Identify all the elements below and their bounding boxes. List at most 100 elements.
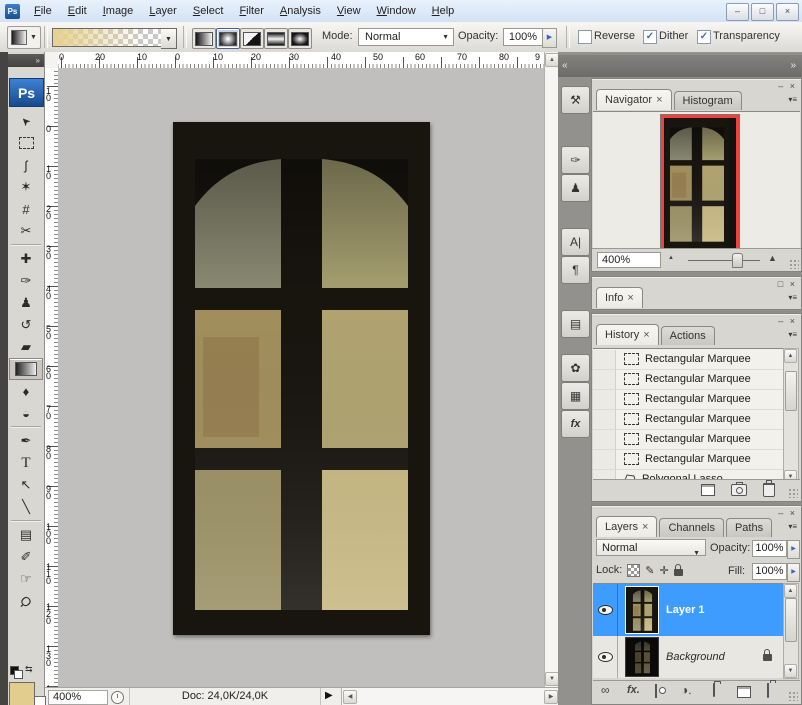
tab-close-icon[interactable]: ×: [643, 329, 649, 341]
navigator-proxy-view[interactable]: [661, 115, 739, 257]
tab-info[interactable]: Info×: [596, 287, 643, 308]
menu-select[interactable]: Select: [185, 2, 232, 20]
history-state[interactable]: Rectangular Marquee: [593, 369, 786, 390]
brushes-panel-button[interactable]: ✑: [561, 146, 590, 174]
panel-menu-icon[interactable]: ▾≡: [788, 95, 797, 104]
panel-window-buttons[interactable]: – ×: [778, 81, 797, 91]
history-state[interactable]: Rectangular Marquee: [593, 389, 786, 410]
lasso-tool[interactable]: ʃ: [9, 154, 43, 176]
scroll-left-icon[interactable]: ◀: [343, 690, 357, 704]
gradient-tool-selected[interactable]: [9, 358, 43, 380]
foreground-color-swatch[interactable]: [9, 682, 35, 705]
status-menu-arrow[interactable]: ▶: [325, 690, 333, 701]
visibility-cell[interactable]: [593, 636, 618, 678]
brush-tool[interactable]: ✑: [9, 270, 43, 292]
minimize-icon[interactable]: –: [778, 316, 785, 326]
close-button[interactable]: ×: [776, 3, 799, 21]
layer-row-layer1[interactable]: Layer 1: [593, 584, 786, 637]
new-layer-icon[interactable]: [737, 686, 751, 698]
scrollbar-thumb[interactable]: [785, 598, 797, 642]
app-icon[interactable]: Ps: [5, 4, 20, 19]
panel-window-buttons[interactable]: – ×: [778, 316, 797, 326]
lock-transparency-icon[interactable]: [627, 564, 640, 577]
menu-help[interactable]: Help: [424, 2, 463, 20]
minimize-button[interactable]: –: [726, 3, 749, 21]
panel-resize-grip[interactable]: [788, 691, 798, 701]
hand-tool[interactable]: ☞: [9, 568, 43, 590]
reflected-gradient-button[interactable]: [264, 28, 288, 49]
menu-edit[interactable]: Edit: [60, 2, 95, 20]
blend-mode-select[interactable]: Normal ▼: [596, 539, 706, 556]
angle-gradient-button[interactable]: [240, 28, 264, 49]
layer-row-background[interactable]: Background: [593, 636, 786, 678]
layer-name[interactable]: Layer 1: [666, 604, 705, 616]
fill-field[interactable]: 100%: [752, 563, 787, 580]
notes-tool[interactable]: ▤: [9, 524, 43, 546]
reverse-checkbox[interactable]: [578, 30, 592, 44]
linear-gradient-button[interactable]: [192, 28, 216, 49]
link-layers-icon[interactable]: ∞: [601, 683, 610, 697]
history-scrollbar[interactable]: ▲ ▼: [783, 348, 799, 485]
scroll-right-icon[interactable]: ▶: [544, 690, 558, 704]
paragraph-panel-button[interactable]: ¶: [561, 256, 590, 284]
transparency-checkbox[interactable]: ✓: [697, 30, 711, 44]
menu-file[interactable]: File: [26, 2, 60, 20]
opacity-slider-arrow[interactable]: ▶: [542, 28, 557, 48]
minimize-icon[interactable]: –: [778, 508, 785, 518]
pen-tool[interactable]: ✒: [9, 430, 43, 452]
layer-style-icon[interactable]: fx.: [627, 684, 640, 696]
tab-close-icon[interactable]: ×: [656, 94, 662, 106]
clone-stamp-tool[interactable]: ♟: [9, 292, 43, 314]
default-colors-widget[interactable]: ⇆: [10, 664, 36, 680]
crop-tool[interactable]: #: [9, 198, 43, 220]
add-mask-icon[interactable]: [655, 684, 657, 698]
dock-collapse-header[interactable]: «: [558, 55, 591, 77]
tab-history[interactable]: History×: [596, 324, 659, 345]
restore-button[interactable]: □: [751, 3, 774, 21]
history-source-well[interactable]: [593, 410, 616, 429]
vertical-scrollbar[interactable]: ▲ ▼: [544, 52, 559, 687]
clone-source-panel-button[interactable]: ♟: [561, 174, 590, 202]
blur-tool[interactable]: ♦: [9, 380, 43, 402]
layers-opacity-field[interactable]: 100%: [752, 540, 787, 557]
layer-name[interactable]: Background: [666, 651, 725, 663]
lock-paint-icon[interactable]: ✎: [645, 564, 654, 577]
delete-layer-icon[interactable]: [767, 683, 769, 698]
menu-image[interactable]: Image: [95, 2, 142, 20]
history-source-well[interactable]: [593, 450, 616, 469]
color-panel-button[interactable]: ✿: [561, 354, 590, 382]
swatches-panel-button[interactable]: ▦: [561, 382, 590, 410]
gradient-preview[interactable]: [52, 28, 162, 47]
slice-tool[interactable]: ✂: [9, 220, 43, 242]
lock-position-icon[interactable]: ✛: [660, 564, 669, 577]
scroll-down-icon[interactable]: ▼: [545, 672, 559, 686]
menu-analysis[interactable]: Analysis: [272, 2, 329, 20]
gradient-picker-arrow[interactable]: ▼: [161, 28, 177, 49]
menu-view[interactable]: View: [329, 2, 369, 20]
line-tool[interactable]: ╲: [9, 496, 43, 518]
new-group-icon[interactable]: [713, 683, 715, 697]
panel-window-buttons[interactable]: – ×: [778, 508, 797, 518]
history-source-well[interactable]: [593, 350, 616, 369]
document-image[interactable]: [173, 122, 430, 635]
close-icon[interactable]: ×: [790, 279, 797, 289]
new-document-from-state-button[interactable]: [701, 484, 715, 496]
panel-dock-header[interactable]: »: [591, 55, 802, 77]
diamond-gradient-button[interactable]: [288, 28, 312, 49]
panel-resize-grip[interactable]: [789, 259, 799, 269]
tab-histogram[interactable]: Histogram: [674, 91, 742, 110]
tool-preset-picker[interactable]: ▼: [7, 26, 41, 49]
menu-layer[interactable]: Layer: [141, 2, 185, 20]
tab-navigator[interactable]: Navigator×: [596, 89, 672, 110]
scroll-up-icon[interactable]: ▲: [545, 53, 559, 67]
history-state[interactable]: Rectangular Marquee: [593, 429, 786, 450]
opacity-field[interactable]: 100%: [503, 28, 543, 46]
panel-menu-icon[interactable]: ▾≡: [788, 522, 797, 531]
path-selection-tool[interactable]: ↖: [9, 474, 43, 496]
layer-thumbnail[interactable]: [626, 638, 658, 676]
eyedropper-tool[interactable]: ✐: [9, 546, 43, 568]
dodge-tool[interactable]: ◒: [9, 402, 43, 424]
close-icon[interactable]: ×: [790, 316, 797, 326]
scroll-down-icon[interactable]: ▼: [784, 664, 797, 678]
history-state[interactable]: Rectangular Marquee: [593, 409, 786, 430]
